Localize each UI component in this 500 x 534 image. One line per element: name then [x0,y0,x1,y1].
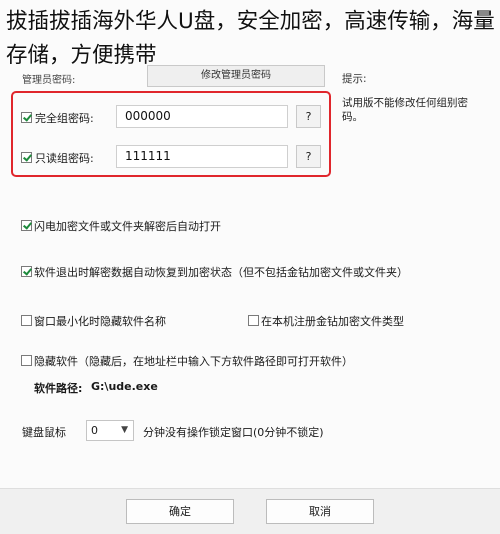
lock-minutes-value: 0 [91,424,98,437]
overlay-title: 拔插拔插海外华人U盘，安全加密，高速传输，海量存储，方便携带 [6,9,495,68]
register-type-label: 在本机注册金钻加密文件类型 [261,315,404,328]
readonly-group-help-button[interactable]: ? [296,145,321,168]
software-path-label: 软件路径: [34,382,83,395]
full-group-label: 完全组密码: [35,112,94,125]
full-group-password-input[interactable]: 000000 [116,105,288,128]
auto-restore-label: 软件退出时解密数据自动恢复到加密状态（但不包括金钻加密文件或文件夹） [34,266,408,279]
readonly-group-checkbox[interactable] [21,152,32,163]
lock-minutes-select[interactable]: 0 ▼ [86,420,134,441]
admin-password-label: 管理员密码: [22,75,76,86]
hide-software-label: 隐藏软件（隐藏后，在地址栏中输入下方软件路径即可打开软件） [34,355,353,368]
dialog-footer [0,488,500,534]
hide-software-checkbox[interactable] [21,355,32,366]
full-group-help-button[interactable]: ? [296,105,321,128]
software-path-value: G:\ude.exe [91,380,158,393]
hint-label: 提示: [342,73,367,85]
hide-name-label: 窗口最小化时隐藏软件名称 [34,315,166,328]
lock-label: 键盘鼠标 [22,426,66,439]
chevron-down-icon: ▼ [121,425,128,435]
auto-open-label: 闪电加密文件或文件夹解密后自动打开 [34,220,221,233]
readonly-group-password-input[interactable]: 111111 [116,145,288,168]
lock-suffix: 分钟没有操作锁定窗口(0分钟不锁定) [143,426,324,439]
cancel-button[interactable]: 取消 [266,499,374,524]
auto-restore-checkbox[interactable] [21,266,32,277]
hide-name-checkbox[interactable] [21,315,32,326]
ok-button[interactable]: 确定 [126,499,234,524]
readonly-group-label: 只读组密码: [35,152,94,165]
register-type-checkbox[interactable] [248,315,259,326]
full-group-checkbox[interactable] [21,112,32,123]
settings-dialog: 拔插拔插海外华人U盘，安全加密，高速传输，海量存储，方便携带 管理员密码: 修改… [0,0,500,534]
hint-text: 试用版不能修改任何组别密码。 [342,97,468,123]
auto-open-checkbox[interactable] [21,220,32,231]
